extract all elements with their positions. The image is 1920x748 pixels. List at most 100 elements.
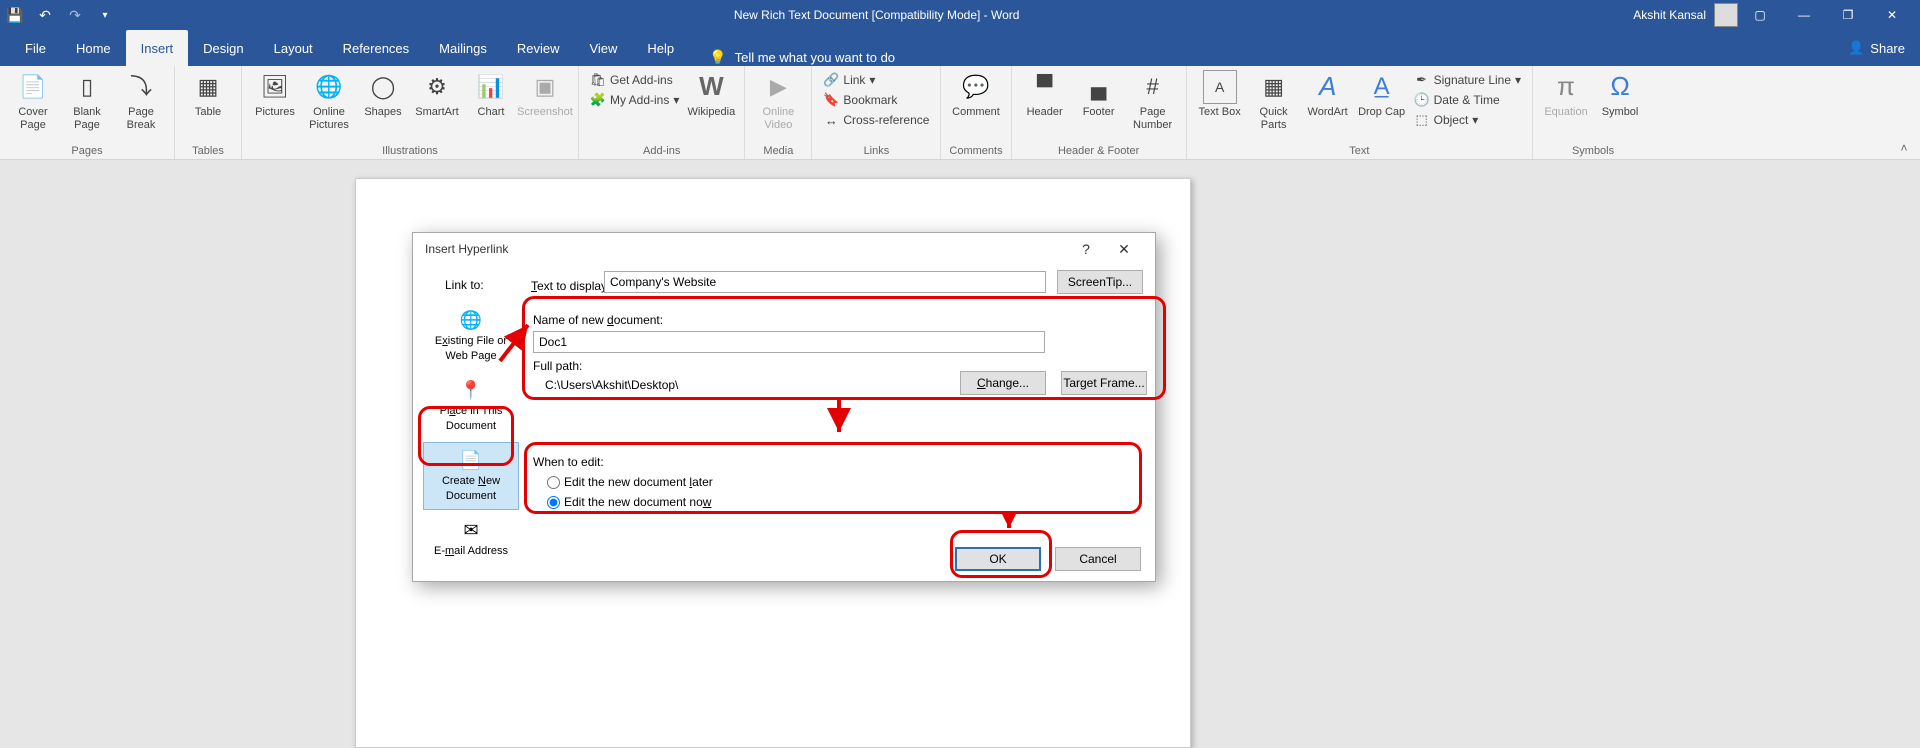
window-title: New Rich Text Document [Compatibility Mo… <box>120 8 1633 22</box>
linkto-existing-file[interactable]: 🌐 Existing File orWeb Page <box>423 302 519 370</box>
get-addins-button[interactable]: 🛍Get Add-ins <box>587 70 676 90</box>
online-pictures-icon: 🌐 <box>312 70 346 104</box>
undo-icon[interactable]: ↶ <box>30 1 60 29</box>
tab-insert[interactable]: Insert <box>126 30 189 66</box>
tab-mailings[interactable]: Mailings <box>424 30 502 66</box>
wikipedia-button[interactable]: WWikipedia <box>686 70 736 119</box>
redo-icon[interactable]: ↷ <box>60 1 90 29</box>
comment-button[interactable]: 💬Comment <box>951 70 1001 119</box>
chart-button[interactable]: 📊Chart <box>466 70 516 119</box>
share-icon: 👤 <box>1848 40 1864 56</box>
text-box-button[interactable]: AText Box <box>1195 70 1245 119</box>
wordart-label: WordArt <box>1308 106 1348 119</box>
cover-page-button[interactable]: 📄 Cover Page <box>8 70 58 132</box>
share-label: Share <box>1870 41 1905 56</box>
crossref-label: Cross-reference <box>843 113 929 127</box>
quick-parts-button[interactable]: ▦Quick Parts <box>1249 70 1299 132</box>
footer-button[interactable]: ▄Footer <box>1074 70 1124 119</box>
pictures-label: Pictures <box>255 106 295 119</box>
target-frame-button[interactable]: Target Frame... <box>1061 371 1147 395</box>
save-icon[interactable]: 💾 <box>0 1 30 29</box>
edit-now-radio-input[interactable] <box>547 496 560 509</box>
header-icon: ▀ <box>1028 70 1062 104</box>
page-number-icon: # <box>1136 70 1170 104</box>
ribbon-display-options-icon[interactable]: ▢ <box>1738 1 1782 29</box>
cover-page-icon: 📄 <box>16 70 50 104</box>
qat-more-icon[interactable]: ▾ <box>90 1 120 29</box>
tab-file[interactable]: File <box>10 30 61 66</box>
drop-cap-button[interactable]: A̲Drop Cap <box>1357 70 1407 119</box>
object-icon: ⬚ <box>1414 112 1430 128</box>
tab-review[interactable]: Review <box>502 30 575 66</box>
group-label-symbols: Symbols <box>1572 145 1614 159</box>
dialog-help-icon[interactable]: ? <box>1067 233 1105 265</box>
tab-help[interactable]: Help <box>632 30 689 66</box>
text-to-display-input[interactable] <box>604 271 1046 293</box>
link-icon: 🔗 <box>823 72 839 88</box>
table-button[interactable]: ▦ Table <box>183 70 233 119</box>
symbol-button[interactable]: ΩSymbol <box>1595 70 1645 119</box>
store-icon: 🛍 <box>590 72 606 88</box>
date-time-button[interactable]: 🕒Date & Time <box>1411 90 1503 110</box>
user-avatar-icon[interactable] <box>1714 3 1738 27</box>
shapes-button[interactable]: ◯Shapes <box>358 70 408 119</box>
full-path-label: Full path: <box>533 359 582 373</box>
comment-icon: 💬 <box>959 70 993 104</box>
equation-label: Equation <box>1544 106 1587 119</box>
group-label-hf: Header & Footer <box>1058 145 1139 159</box>
dialog-close-icon[interactable]: ✕ <box>1105 233 1143 265</box>
edit-later-label: Edit the new document later <box>564 475 713 489</box>
tab-design[interactable]: Design <box>188 30 258 66</box>
page-break-button[interactable]: ⤵ Page Break <box>116 70 166 132</box>
restore-icon[interactable]: ❐ <box>1826 1 1870 29</box>
pictures-icon: 🖼 <box>258 70 292 104</box>
screentip-button[interactable]: ScreenTip... <box>1057 270 1143 294</box>
addins-icon: 🧩 <box>590 92 606 108</box>
collapse-ribbon-icon[interactable]: ˄ <box>1894 139 1914 157</box>
page-number-button[interactable]: #Page Number <box>1128 70 1178 132</box>
smartart-button[interactable]: ⚙SmartArt <box>412 70 462 119</box>
tab-layout[interactable]: Layout <box>259 30 328 66</box>
name-of-new-document-input[interactable] <box>533 331 1045 353</box>
wikipedia-label: Wikipedia <box>688 106 736 119</box>
shapes-label: Shapes <box>364 106 401 119</box>
minimize-icon[interactable]: — <box>1782 1 1826 29</box>
online-pictures-button[interactable]: 🌐Online Pictures <box>304 70 354 132</box>
group-pages: 📄 Cover Page ▯ Blank Page ⤵ Page Break P… <box>0 66 175 159</box>
group-label-media: Media <box>763 145 793 159</box>
screentip-label: ScreenTip... <box>1068 275 1132 289</box>
globe-file-icon: 🌐 <box>460 309 482 332</box>
tab-references[interactable]: References <box>328 30 424 66</box>
signature-line-button[interactable]: ✒Signature Line ▾ <box>1411 70 1524 90</box>
change-button[interactable]: Change... <box>960 371 1046 395</box>
edit-now-radio[interactable]: Edit the new document now <box>547 495 711 509</box>
linkto-place-in-document[interactable]: 📍 Place in ThisDocument <box>423 372 519 440</box>
cancel-button[interactable]: Cancel <box>1055 547 1141 571</box>
edit-later-radio-input[interactable] <box>547 476 560 489</box>
linkto-create-new-document[interactable]: 📄 Create NewDocument <box>423 442 519 510</box>
header-button[interactable]: ▀ Header <box>1020 70 1070 119</box>
wordart-icon: A <box>1311 70 1345 104</box>
pictures-button[interactable]: 🖼 Pictures <box>250 70 300 119</box>
page-break-icon: ⤵ <box>124 70 158 104</box>
dialog-title: Insert Hyperlink <box>425 242 508 256</box>
edit-later-radio[interactable]: Edit the new document later <box>547 475 713 489</box>
group-label-tables: Tables <box>192 145 224 159</box>
wordart-button[interactable]: A WordArt <box>1303 70 1353 119</box>
my-addins-button[interactable]: 🧩My Add-ins ▾ <box>587 90 682 110</box>
header-label: Header <box>1027 106 1063 119</box>
link-button[interactable]: 🔗Link ▾ <box>820 70 878 90</box>
name-of-new-document-label: Name of new document: <box>533 313 663 327</box>
table-label: Table <box>195 106 221 119</box>
bookmark-button[interactable]: 🔖Bookmark <box>820 90 900 110</box>
object-button[interactable]: ⬚Object ▾ <box>1411 110 1482 130</box>
ribbon-insert: 📄 Cover Page ▯ Blank Page ⤵ Page Break P… <box>0 66 1920 160</box>
close-window-icon[interactable]: ✕ <box>1870 1 1914 29</box>
blank-page-button[interactable]: ▯ Blank Page <box>62 70 112 132</box>
tab-view[interactable]: View <box>574 30 632 66</box>
tell-me-search[interactable]: 💡 Tell me what you want to do <box>709 49 895 66</box>
ok-button[interactable]: OK <box>955 547 1041 571</box>
cross-reference-button[interactable]: ↔Cross-reference <box>820 110 932 130</box>
tab-home[interactable]: Home <box>61 30 126 66</box>
share-button[interactable]: 👤 Share <box>1848 30 1905 66</box>
